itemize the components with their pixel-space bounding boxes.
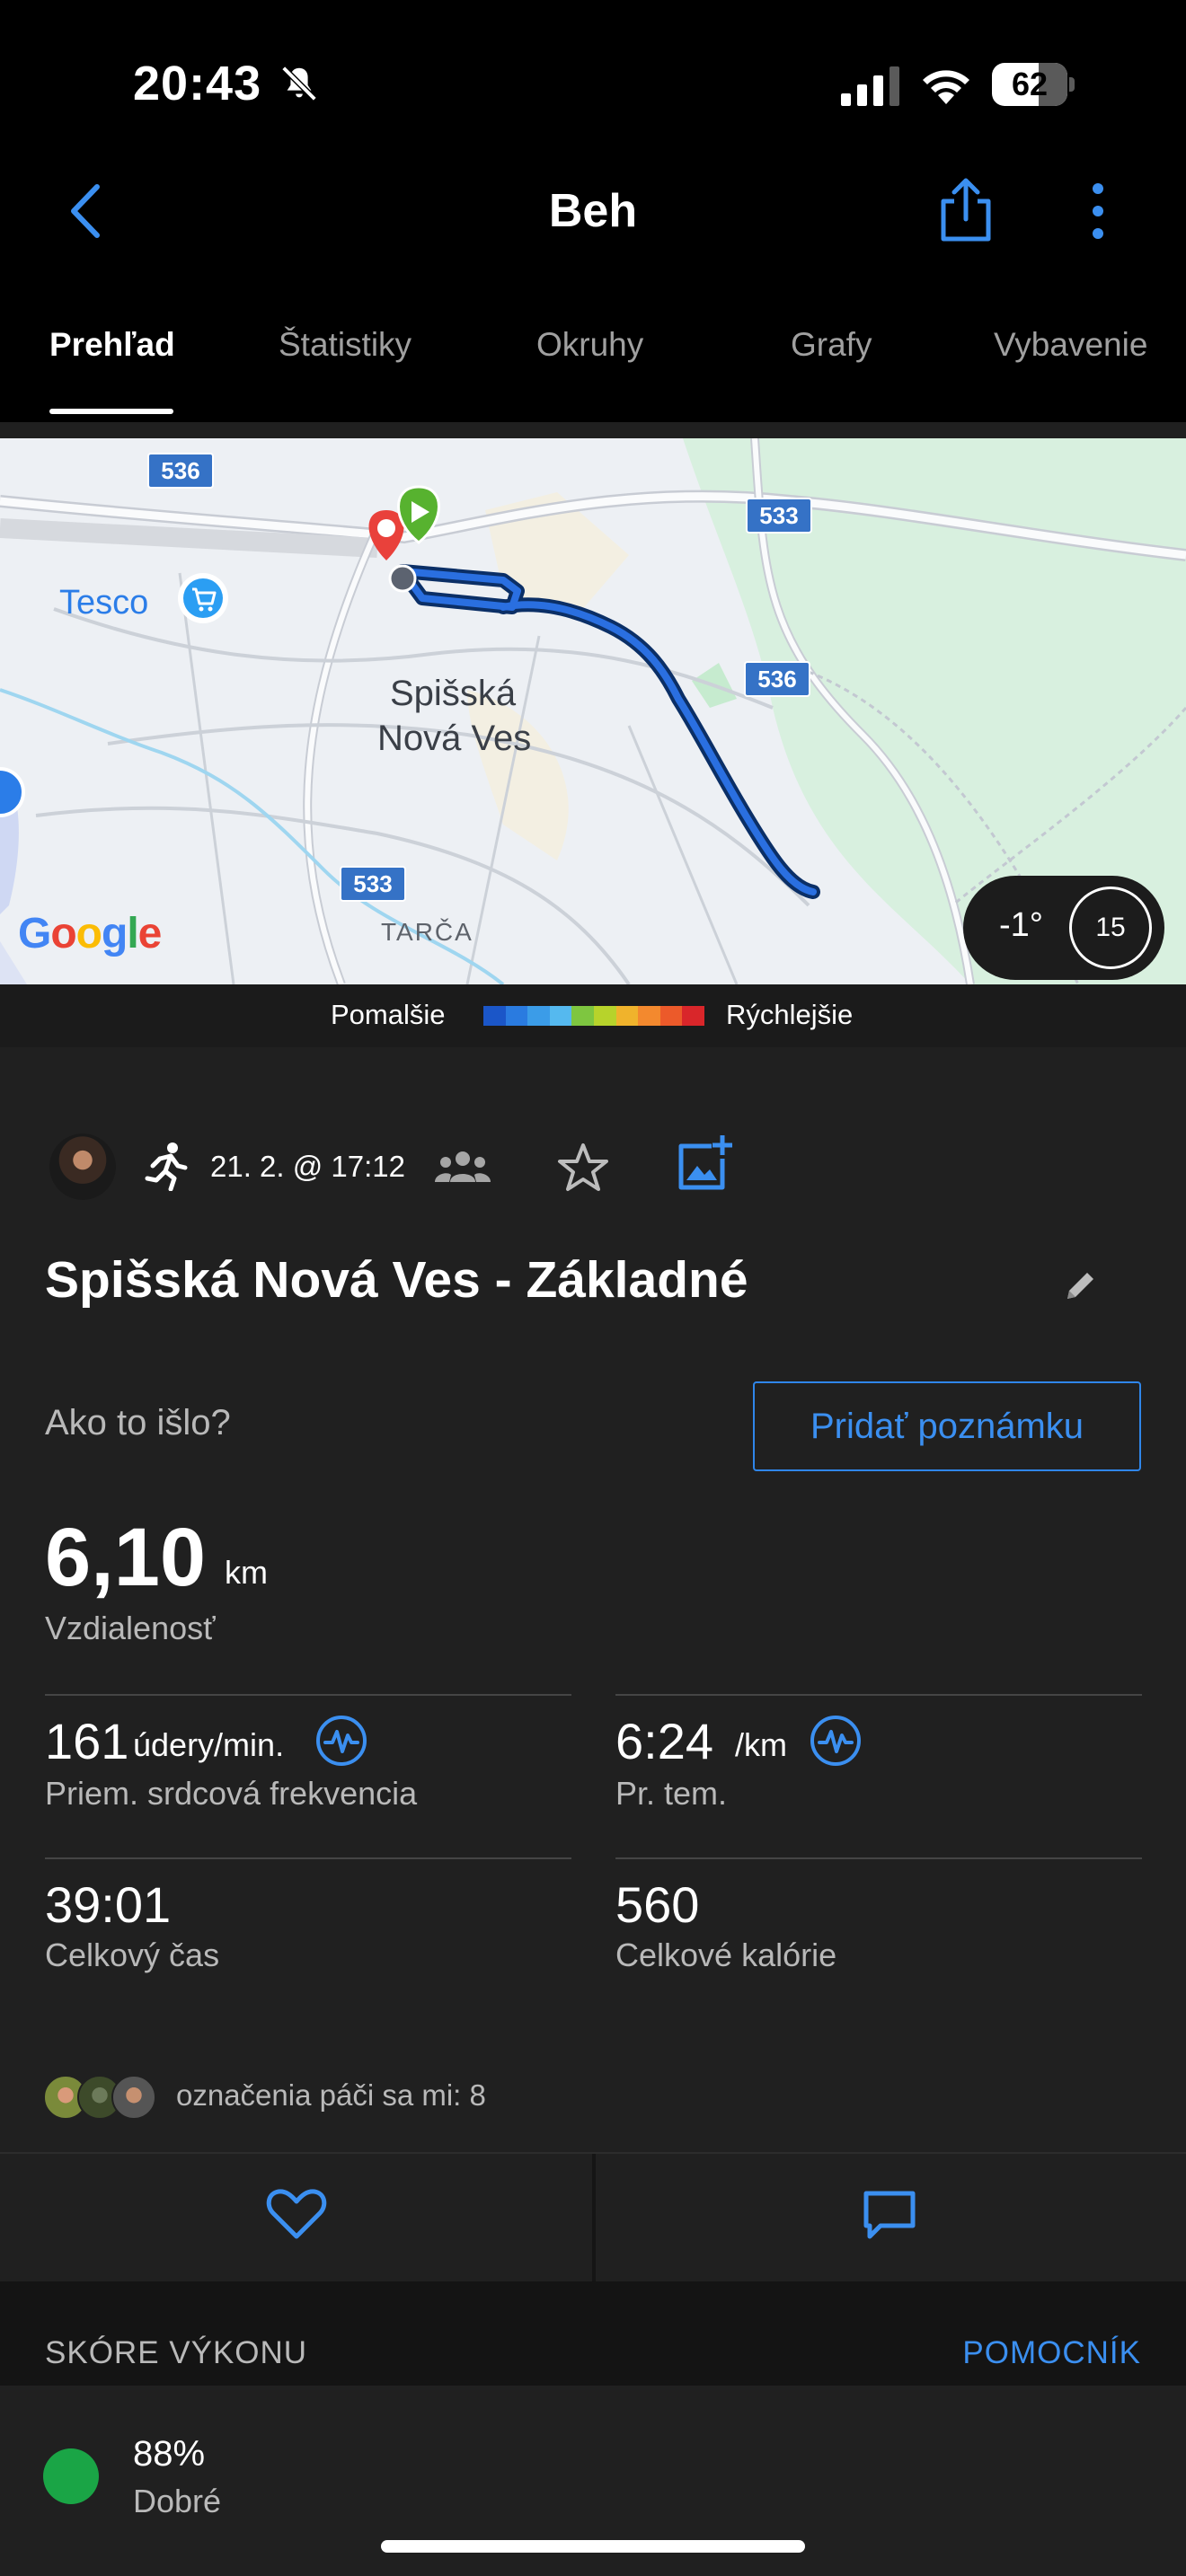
avg-pace-label: Pr. tem. <box>615 1775 728 1812</box>
stat-divider <box>45 1694 571 1696</box>
pace-gradient-segment <box>682 1006 704 1026</box>
pace-gradient-bar <box>483 1006 704 1026</box>
performance-score-title: SKÓRE VÝKONU <box>45 2335 308 2370</box>
tab-vybavenie[interactable]: Vybavenie <box>994 326 1147 364</box>
home-indicator[interactable] <box>381 2540 805 2553</box>
user-avatar[interactable] <box>49 1134 116 1200</box>
map-label-city-line1: Spišská <box>390 674 517 713</box>
pace-gradient-segment <box>593 1006 616 1026</box>
road-shield-533: 533 <box>746 498 812 534</box>
add-note-button[interactable]: Pridať poznámku <box>753 1381 1141 1471</box>
battery-indicator: 62 <box>992 63 1075 108</box>
road-shield-536: 536 <box>744 661 810 697</box>
score-status-dot <box>43 2448 99 2504</box>
pace-gradient-segment <box>505 1006 528 1026</box>
tab-bar: Prehľad Štatistiky Okruhy Grafy Vybaveni… <box>0 319 1186 418</box>
wifi-icon <box>923 70 969 104</box>
edit-pencil-icon[interactable] <box>1062 1266 1100 1304</box>
stat-divider <box>615 1694 1142 1696</box>
weather-badge: -1° 15 <box>963 876 1164 980</box>
distance-label: Vzdialenosť <box>45 1610 216 1646</box>
more-options-icon[interactable] <box>1078 180 1118 243</box>
activity-date: 21. 2. @ 17:12 <box>210 1150 405 1183</box>
pace-gradient-segment <box>638 1006 660 1026</box>
heart-rate-chart-icon[interactable] <box>314 1714 368 1768</box>
active-tab-indicator <box>49 409 173 414</box>
pace-gradient-segment <box>571 1006 594 1026</box>
total-time-label: Celkový čas <box>45 1936 220 1973</box>
tab-prehlad[interactable]: Prehľad <box>49 326 175 364</box>
legend-fast-label: Rýchlejšie <box>726 999 854 1030</box>
status-time: 20:43 <box>133 57 262 110</box>
comment-icon[interactable] <box>861 2188 918 2242</box>
pace-gradient-segment <box>483 1006 506 1026</box>
avg-heart-rate-value: 161 <box>45 1713 129 1769</box>
star-icon[interactable] <box>555 1141 611 1196</box>
add-photo-icon[interactable] <box>676 1134 735 1193</box>
total-calories-label: Celkové kalórie <box>615 1936 837 1973</box>
map-label-city-line2: Nová Ves <box>377 719 532 758</box>
pace-gradient-segment <box>527 1006 550 1026</box>
signal-icon <box>841 66 899 106</box>
running-icon <box>145 1142 188 1191</box>
pace-legend: Pomalšie Rýchlejšie <box>0 984 1186 1047</box>
score-value: 88% <box>133 2434 206 2474</box>
activity-name: Spišská Nová Ves - Základné <box>45 1251 748 1309</box>
total-calories-value: 560 <box>615 1876 700 1933</box>
tab-okruhy[interactable]: Okruhy <box>536 326 643 364</box>
how-did-it-go-label: Ako to išlo? <box>45 1403 231 1442</box>
bell-muted-icon <box>281 66 317 101</box>
distance-value: 6,10 <box>45 1512 207 1603</box>
stat-divider <box>45 1857 571 1859</box>
page-title: Beh <box>548 185 638 237</box>
avg-heart-rate-label: Priem. srdcová frekvencia <box>45 1775 418 1812</box>
distance-unit: km <box>225 1554 268 1591</box>
tab-statistiky[interactable]: Štatistiky <box>279 326 412 364</box>
pace-chart-icon[interactable] <box>809 1714 863 1768</box>
tab-grafy[interactable]: Grafy <box>791 326 872 364</box>
google-logo: Google <box>18 910 162 957</box>
share-icon[interactable] <box>934 176 997 244</box>
liker-avatar <box>111 2075 156 2120</box>
road-shield-533: 533 <box>340 866 406 902</box>
score-label: Dobré <box>133 2483 222 2519</box>
battery-level: 62 <box>1011 66 1049 102</box>
stat-divider <box>615 1857 1142 1859</box>
helper-link[interactable]: POMOCNÍK <box>962 2335 1141 2371</box>
map-label-tesco: Tesco <box>59 584 149 622</box>
like-heart-icon[interactable] <box>266 2188 327 2242</box>
total-time-value: 39:01 <box>45 1876 172 1933</box>
avg-pace-value: 6:24 <box>615 1713 713 1769</box>
avg-heart-rate-unit: údery/min. <box>133 1726 285 1763</box>
wind-speed-dial: 15 <box>1069 887 1152 969</box>
road-shield-536: 536 <box>147 453 214 489</box>
status-bar: 20:43 62 <box>0 0 1186 171</box>
group-privacy-icon[interactable] <box>435 1150 491 1186</box>
action-separator <box>592 2154 596 2281</box>
pace-gradient-segment <box>659 1006 683 1026</box>
pace-gradient-segment <box>615 1006 639 1026</box>
temperature-value: -1° <box>999 906 1043 944</box>
likes-count[interactable]: označenia páči sa mi: 8 <box>176 2078 486 2113</box>
liker-avatars[interactable] <box>43 2075 160 2122</box>
avg-pace-unit: /km <box>735 1726 787 1763</box>
legend-slow-label: Pomalšie <box>331 999 446 1030</box>
pace-gradient-segment <box>549 1006 572 1026</box>
social-actions-bar <box>0 2152 1186 2283</box>
map-label-tarca: TARČA <box>381 918 474 946</box>
